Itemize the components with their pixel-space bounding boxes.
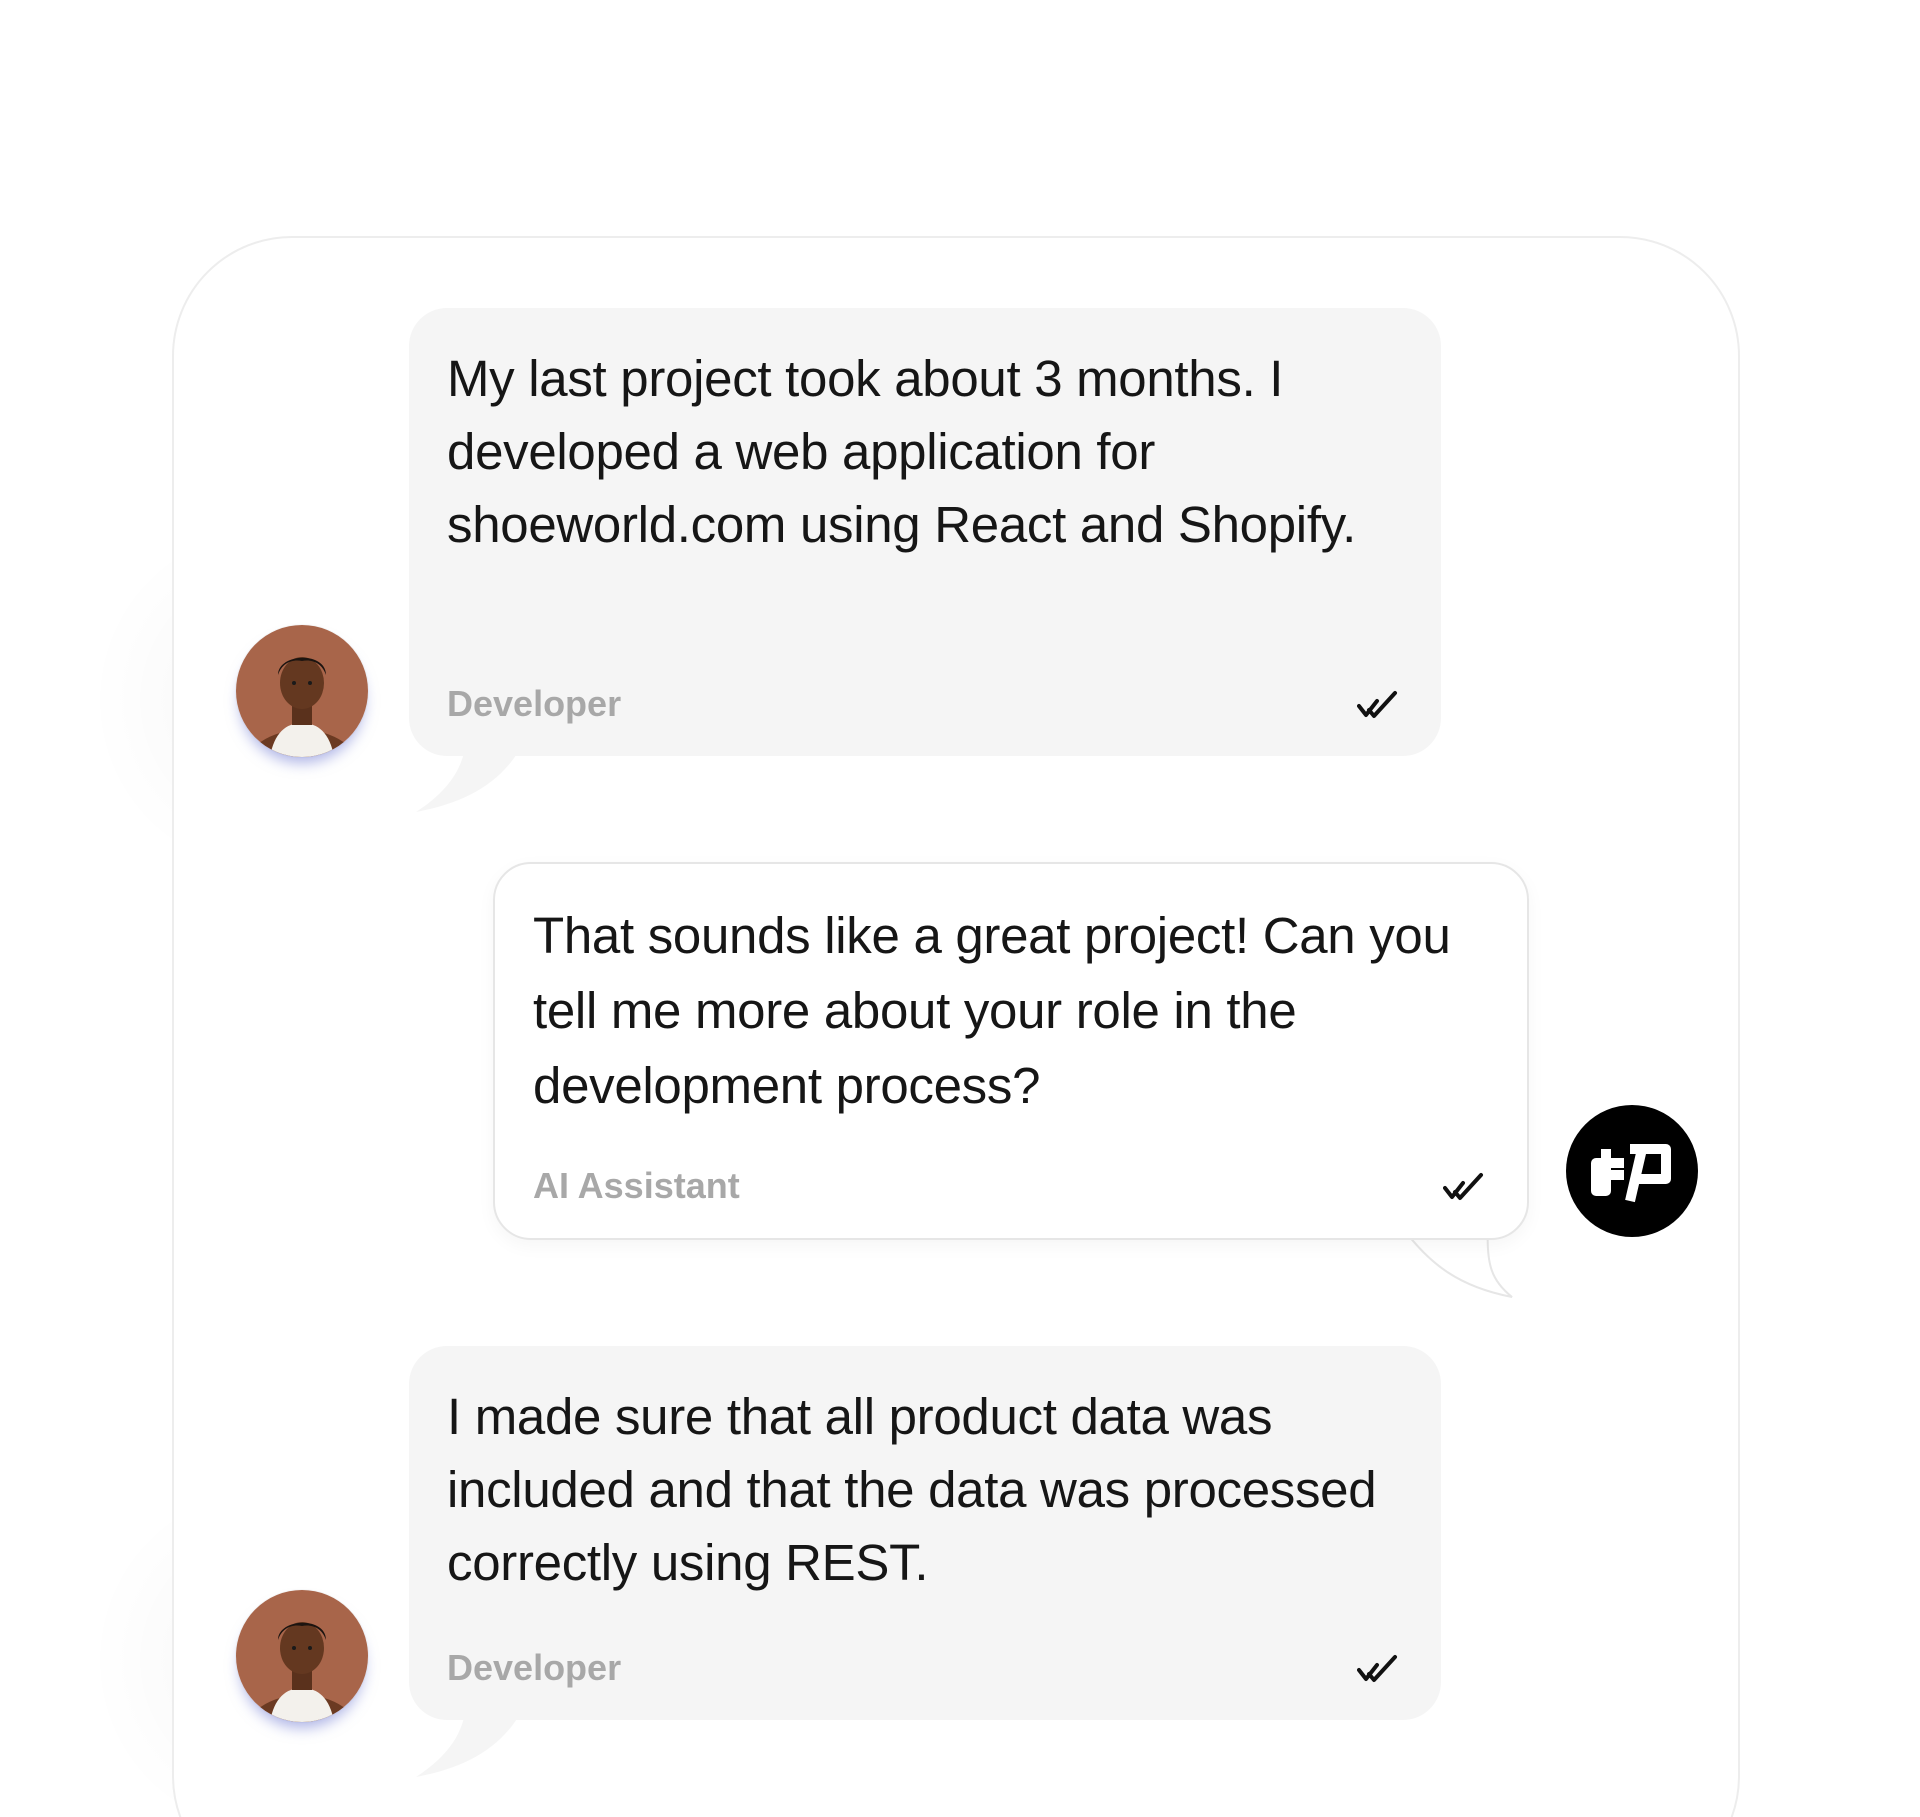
developer-avatar[interactable]: [236, 1590, 368, 1722]
dp-logo-icon: [1591, 1144, 1671, 1203]
message-bubble: That sounds like a great project! Can yo…: [493, 862, 1529, 1240]
double-check-icon: [1357, 1655, 1397, 1682]
sender-label: AI Assistant: [533, 1165, 740, 1206]
sender-label: Developer: [447, 1647, 622, 1688]
message-text: My last project took about 3 months. I d…: [447, 350, 1356, 553]
double-check-icon: [1443, 1173, 1483, 1200]
message-meta: Developer: [447, 682, 1407, 726]
chat-screen: My last project took about 3 months. I d…: [0, 0, 1920, 1817]
developer-avatar-photo: [236, 625, 368, 757]
sender-label: Developer: [447, 683, 622, 724]
message-meta: AI Assistant: [533, 1164, 1493, 1208]
message-bubble: My last project took about 3 months. I d…: [409, 308, 1441, 756]
ai-assistant-avatar[interactable]: [1566, 1105, 1698, 1237]
message-text: I made sure that all product data was in…: [447, 1388, 1377, 1591]
double-check-icon: [1357, 691, 1397, 718]
developer-avatar-photo: [236, 1590, 368, 1722]
message-text: That sounds like a great project! Can yo…: [533, 907, 1451, 1114]
developer-avatar[interactable]: [236, 625, 368, 757]
message-meta: Developer: [447, 1646, 1407, 1690]
message-bubble: I made sure that all product data was in…: [409, 1346, 1441, 1720]
